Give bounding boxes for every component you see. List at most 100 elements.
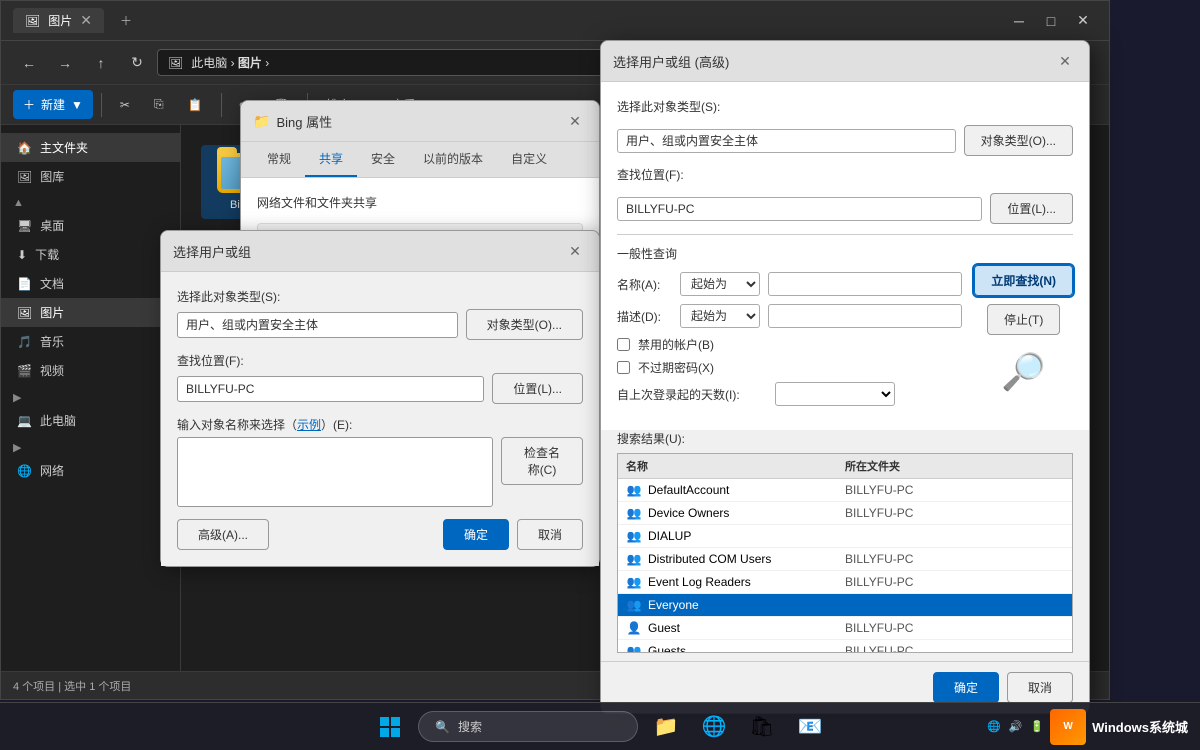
sidebar-music-label: 音乐: [40, 333, 64, 350]
check-names-btn[interactable]: 检查名称(C): [501, 437, 583, 485]
explorer-tab[interactable]: 🖼 图片 ✕: [13, 8, 104, 33]
brand-logo-icon: W: [1050, 709, 1086, 745]
sidebar-item-gallery[interactable]: 🖼 图库: [1, 162, 180, 191]
tab-security[interactable]: 安全: [357, 142, 409, 177]
new-label: 新建: [41, 96, 65, 113]
close-btn[interactable]: ✕: [1069, 7, 1097, 35]
taskbar-explorer-btn[interactable]: 📁: [646, 707, 686, 747]
up-btn[interactable]: ↑: [85, 47, 117, 79]
days-select[interactable]: [775, 382, 895, 406]
adv-location-label: 查找位置(F):: [617, 166, 684, 183]
copy-btn[interactable]: ⎘: [144, 91, 174, 118]
back-btn[interactable]: ←: [13, 47, 45, 79]
search-now-btn[interactable]: 立即查找(N): [974, 265, 1073, 296]
advanced-btn[interactable]: 高级(A)...: [177, 519, 269, 550]
computer-icon: 💻: [17, 414, 32, 428]
tab-customize[interactable]: 自定义: [497, 142, 561, 177]
toolbar-sep-2: [221, 93, 222, 117]
paste-icon: 📋: [188, 98, 203, 112]
explorer-title-area: 🖼 图片 ✕ ＋: [13, 8, 140, 33]
new-tab-btn[interactable]: ＋: [112, 8, 140, 33]
disabled-accounts-row: 禁用的帐户(B): [617, 336, 962, 353]
forward-btn[interactable]: →: [49, 47, 81, 79]
desc-filter-select[interactable]: 起始为: [680, 304, 760, 328]
obj-type-btn[interactable]: 对象类型(O)...: [466, 309, 583, 340]
result-name-1: 👥Device Owners: [626, 505, 845, 521]
sidebar-item-downloads[interactable]: ⬇ 下载: [1, 240, 180, 269]
refresh-btn[interactable]: ↻: [121, 47, 153, 79]
result-row[interactable]: 👤Guest BILLYFU-PC: [618, 617, 1072, 640]
taskbar-mail-btn[interactable]: 📧: [790, 707, 830, 747]
no-expire-row: 不过期密码(X): [617, 359, 962, 376]
sidebar-item-music[interactable]: 🎵 音乐: [1, 327, 180, 356]
result-row[interactable]: 👥DIALUP: [618, 525, 1072, 548]
windows-logo-icon: [380, 717, 400, 737]
maximize-btn[interactable]: □: [1037, 7, 1065, 35]
new-btn[interactable]: ＋ 新建 ▼: [13, 90, 93, 119]
general-query-section: 一般性查询 名称(A): 起始为 描述(D): 起始为: [617, 245, 1073, 414]
user-icon-7: 👥: [626, 643, 642, 653]
sidebar-section-network: ▶: [1, 435, 180, 456]
cut-btn[interactable]: ✂: [110, 92, 140, 118]
location-btn[interactable]: 位置(L)...: [492, 373, 583, 404]
examples-link[interactable]: 示例: [297, 418, 321, 432]
tab-close-btn[interactable]: ✕: [80, 12, 92, 29]
sidebar-item-home[interactable]: 🏠 主文件夹: [1, 133, 180, 162]
minimize-btn[interactable]: ─: [1005, 7, 1033, 35]
sidebar-gallery-label: 图库: [40, 168, 64, 185]
select-user-ok-btn[interactable]: 确定: [443, 519, 509, 550]
result-row[interactable]: 👥Event Log Readers BILLYFU-PC: [618, 571, 1072, 594]
obj-name-textarea[interactable]: [177, 437, 493, 507]
bing-props-close-btn[interactable]: ✕: [563, 109, 587, 133]
result-name-0: 👥DefaultAccount: [626, 482, 845, 498]
adv-obj-type-input[interactable]: [617, 129, 956, 153]
new-icon: ＋: [23, 96, 35, 113]
name-filter-input[interactable]: [768, 272, 962, 296]
stop-btn[interactable]: 停止(T): [987, 304, 1060, 335]
select-user-small-close-btn[interactable]: ✕: [563, 239, 587, 263]
result-row[interactable]: 👥Distributed COM Users BILLYFU-PC: [618, 548, 1072, 571]
user-icon-1: 👥: [626, 505, 642, 521]
advanced-ok-btn[interactable]: 确定: [933, 672, 999, 703]
taskbar-browser-btn[interactable]: 🌐: [694, 707, 734, 747]
no-expire-checkbox[interactable]: [617, 361, 630, 374]
sidebar-item-desktop[interactable]: 🖥 桌面: [1, 211, 180, 240]
result-row[interactable]: 👥Guests BILLYFU-PC: [618, 640, 1072, 653]
bing-props-title: 📁 Bing 属性: [253, 112, 332, 131]
adv-location-btn[interactable]: 位置(L)...: [990, 193, 1073, 224]
select-user-cancel-btn[interactable]: 取消: [517, 519, 583, 550]
start-btn[interactable]: [370, 707, 410, 747]
result-row[interactable]: 👥Everyone: [618, 594, 1072, 617]
address-breadcrumb: 此电脑 › 图片 ›: [191, 54, 269, 71]
tab-general[interactable]: 常规: [253, 142, 305, 177]
advanced-titlebar: 选择用户或组 (高级) ✕: [601, 41, 1089, 82]
col-header-location: 所在文件夹: [845, 458, 1064, 474]
name-filter-label: 名称(A):: [617, 276, 672, 293]
desc-filter-input[interactable]: [768, 304, 962, 328]
tab-previous[interactable]: 以前的版本: [409, 142, 497, 177]
name-filter-select[interactable]: 起始为: [680, 272, 760, 296]
tab-share[interactable]: 共享: [305, 142, 357, 177]
sidebar-item-computer[interactable]: 💻 此电脑: [1, 406, 180, 435]
disabled-accounts-checkbox[interactable]: [617, 338, 630, 351]
taskbar-search[interactable]: 🔍 搜索: [418, 711, 638, 742]
advanced-body: 选择此对象类型(S): 对象类型(O)... 查找位置(F): 位置(L)...…: [601, 82, 1089, 430]
obj-type-label: 选择此对象类型(S):: [177, 288, 583, 305]
sidebar-section-computer: ▶: [1, 385, 180, 406]
taskbar-store-btn[interactable]: 🛍: [742, 707, 782, 747]
results-list[interactable]: 名称 所在文件夹 👥DefaultAccount BILLYFU-PC 👥Dev…: [617, 453, 1073, 653]
paste-btn[interactable]: 📋: [178, 92, 213, 118]
advanced-close-btn[interactable]: ✕: [1053, 49, 1077, 73]
sidebar-item-network[interactable]: 🌐 网络: [1, 456, 180, 485]
result-row[interactable]: 👥Device Owners BILLYFU-PC: [618, 502, 1072, 525]
adv-location-input[interactable]: [617, 197, 982, 221]
adv-obj-type-btn[interactable]: 对象类型(O)...: [964, 125, 1073, 156]
result-row[interactable]: 👥DefaultAccount BILLYFU-PC: [618, 479, 1072, 502]
location-input[interactable]: [177, 376, 484, 402]
sidebar-item-pictures[interactable]: 🖼 图片: [1, 298, 180, 327]
sidebar-item-documents[interactable]: 📄 文档: [1, 269, 180, 298]
advanced-cancel-btn[interactable]: 取消: [1007, 672, 1073, 703]
toolbar-sep-1: [101, 93, 102, 117]
sidebar-item-videos[interactable]: 🎬 视频: [1, 356, 180, 385]
obj-type-input[interactable]: [177, 312, 458, 338]
